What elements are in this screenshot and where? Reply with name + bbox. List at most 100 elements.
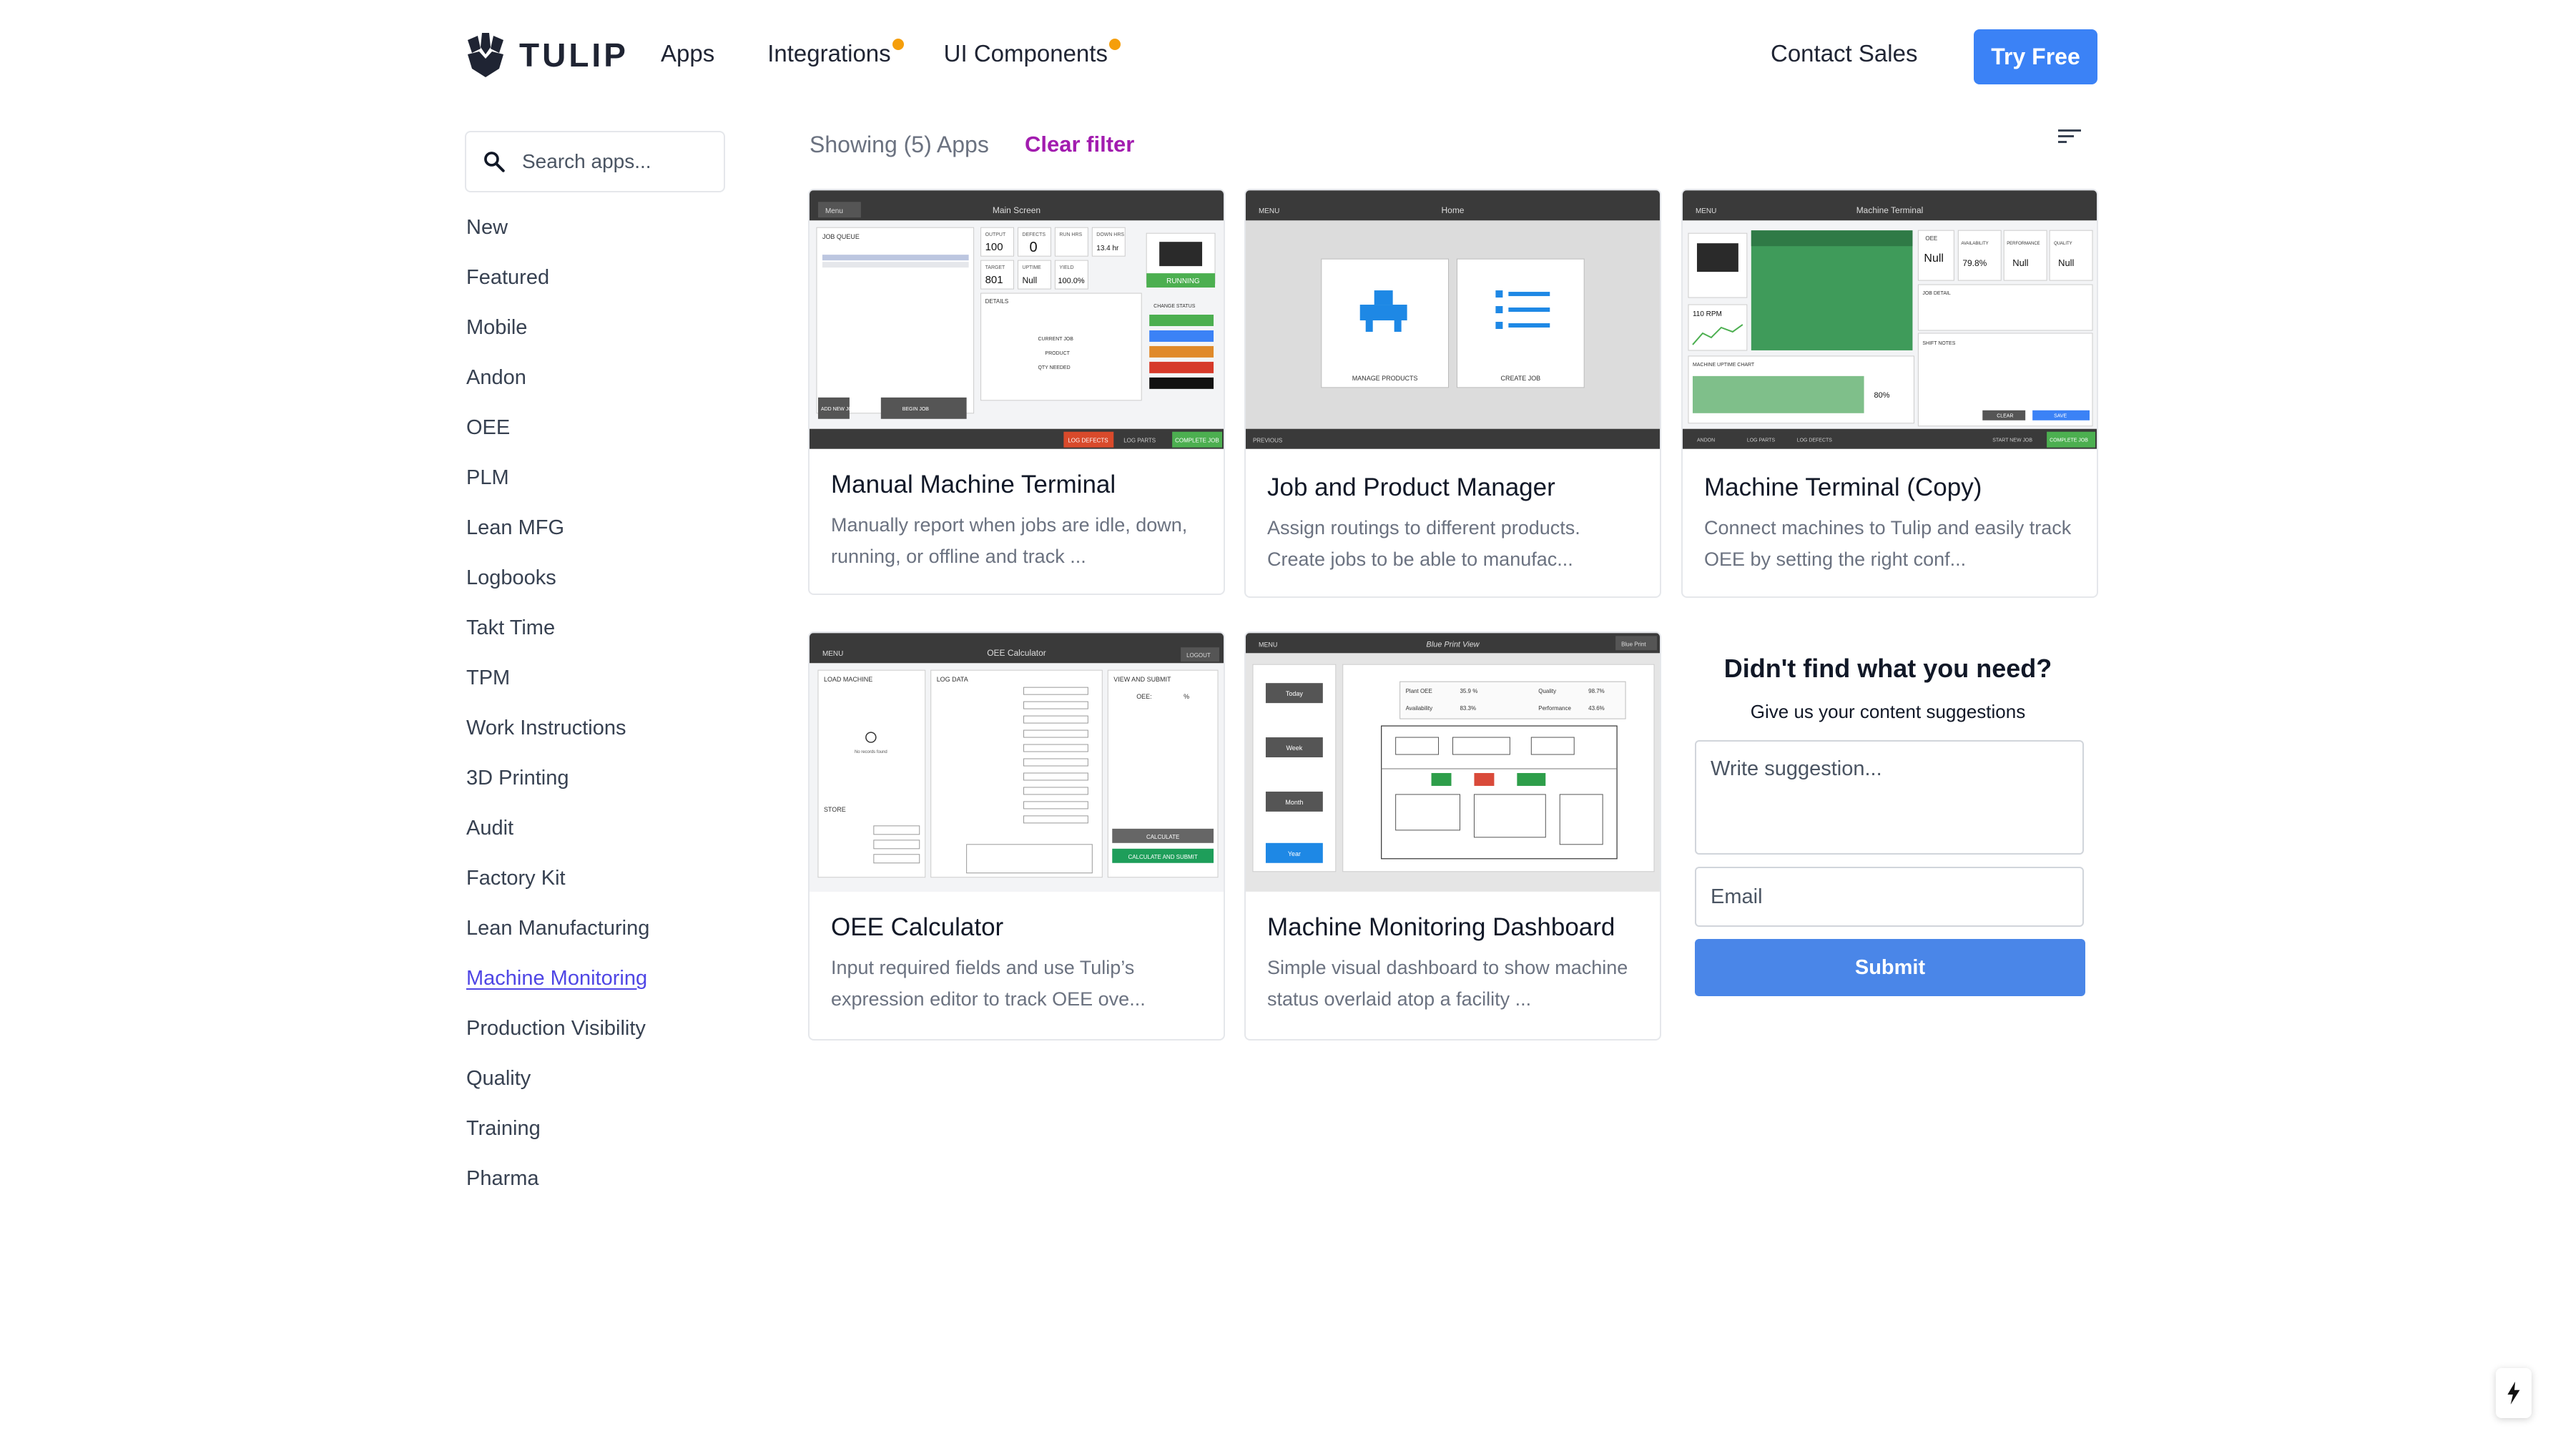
tulip-logo[interactable]: TULIP <box>465 33 629 77</box>
app-card-machine-terminal-copy[interactable]: MENU Machine Terminal 110 RPM OEE Null A… <box>1681 189 2098 598</box>
sidebar-item-factory-kit[interactable]: Factory Kit <box>466 864 649 914</box>
svg-text:DETAILS: DETAILS <box>985 298 1009 305</box>
contact-sales-link[interactable]: Contact Sales <box>1771 40 1917 67</box>
new-indicator-dot <box>1108 39 1121 50</box>
bolt-icon <box>2507 1382 2520 1405</box>
email-field[interactable] <box>1695 867 2084 927</box>
sidebar-item-logbooks[interactable]: Logbooks <box>466 564 649 614</box>
svg-text:BEGIN JOB: BEGIN JOB <box>902 407 930 412</box>
sidebar-item-lean-manufacturing[interactable]: Lean Manufacturing <box>466 914 649 964</box>
card-title: Manual Machine Terminal <box>831 471 1116 498</box>
svg-text:0: 0 <box>1029 240 1037 255</box>
svg-text:Performance: Performance <box>1538 705 1571 712</box>
svg-text:ANDON: ANDON <box>1697 438 1715 443</box>
svg-text:Null: Null <box>2012 257 2028 268</box>
submit-button[interactable]: Submit <box>1695 939 2085 996</box>
card-description: Simple visual dashboard to show machine … <box>1267 957 1628 1010</box>
sidebar-item-featured[interactable]: Featured <box>466 263 649 313</box>
sidebar-item-audit[interactable]: Audit <box>466 814 649 864</box>
clear-filter-link[interactable]: Clear filter <box>1025 132 1134 157</box>
svg-text:43.6%: 43.6% <box>1588 705 1605 712</box>
svg-text:No records found: No records found <box>855 750 887 754</box>
try-free-button[interactable]: Try Free <box>1974 29 2097 84</box>
svg-text:Machine Terminal: Machine Terminal <box>1856 205 1924 215</box>
svg-text:LOG DEFECTS: LOG DEFECTS <box>1068 438 1108 444</box>
app-thumbnail: Menu Main Screen JOB QUEUE ADD NEW JOB B… <box>810 190 1224 449</box>
svg-text:DOWN HRS: DOWN HRS <box>1096 232 1124 237</box>
svg-text:MENU: MENU <box>1259 641 1277 648</box>
sidebar-item-mobile[interactable]: Mobile <box>466 313 649 363</box>
sidebar-item-lean-mfg[interactable]: Lean MFG <box>466 513 649 564</box>
svg-text:ADD NEW JOB: ADD NEW JOB <box>821 407 856 412</box>
nav-ui-components-label: UI Components <box>943 40 1108 67</box>
sidebar-item-machine-monitoring[interactable]: Machine Monitoring <box>466 964 649 1014</box>
app-card-oee-calculator[interactable]: MENU OEE Calculator LOGOUT LOAD MACHINE … <box>808 631 1225 1041</box>
svg-text:OEE Calculator: OEE Calculator <box>987 648 1046 658</box>
svg-text:801: 801 <box>985 274 1003 286</box>
card-description: Manually report when jobs are idle, down… <box>831 514 1188 567</box>
sidebar-item-quality[interactable]: Quality <box>466 1064 649 1114</box>
card-title: Job and Product Manager <box>1267 473 1555 501</box>
svg-text:STORE: STORE <box>824 806 846 813</box>
sidebar-item-new[interactable]: New <box>466 213 649 263</box>
svg-text:Week: Week <box>1287 744 1303 752</box>
nav-integrations[interactable]: Integrations <box>767 39 904 67</box>
nav-ui-components[interactable]: UI Components <box>943 39 1121 67</box>
card-body: Machine Terminal (Copy) Connect machines… <box>1704 473 2075 575</box>
svg-text:RUNNING: RUNNING <box>1166 277 1200 285</box>
card-title: Machine Monitoring Dashboard <box>1267 913 1615 941</box>
sidebar-item-work-instructions[interactable]: Work Instructions <box>466 714 649 764</box>
svg-text:LOGOUT: LOGOUT <box>1186 652 1211 659</box>
svg-text:UPTIME: UPTIME <box>1022 265 1041 270</box>
app-card-job-and-product-manager[interactable]: MENU Home MANAGE PRODUCTS CREATE JOB PRE… <box>1244 189 1661 598</box>
svg-text:COMPLETE JOB: COMPLETE JOB <box>1175 438 1219 444</box>
svg-text:CREATE JOB: CREATE JOB <box>1501 375 1541 382</box>
svg-text:RUN HRS: RUN HRS <box>1059 232 1082 237</box>
sidebar-item-takt-time[interactable]: Takt Time <box>466 614 649 664</box>
svg-text:SAVE: SAVE <box>2054 414 2067 419</box>
site-header: TULIP Apps Integrations UI Components Co… <box>0 0 2563 114</box>
card-body: Job and Product Manager Assign routings … <box>1267 473 1638 575</box>
nav-integrations-label: Integrations <box>767 40 891 67</box>
card-description: Assign routings to different products. C… <box>1267 517 1580 570</box>
svg-text:SHIFT NOTES: SHIFT NOTES <box>1922 341 1955 346</box>
sidebar-item-3d-printing[interactable]: 3D Printing <box>466 764 649 814</box>
card-title: Machine Terminal (Copy) <box>1704 473 1982 501</box>
sidebar-item-tpm[interactable]: TPM <box>466 664 649 714</box>
sidebar-item-andon[interactable]: Andon <box>466 363 649 413</box>
svg-text:OEE: OEE <box>1925 235 1937 242</box>
app-thumbnail: MENU Machine Terminal 110 RPM OEE Null A… <box>1683 190 2097 449</box>
svg-text:MENU: MENU <box>822 650 843 658</box>
sidebar-item-training[interactable]: Training <box>466 1114 649 1164</box>
sort-icon[interactable] <box>2057 126 2082 147</box>
card-body: Machine Monitoring Dashboard Simple visu… <box>1267 913 1638 1015</box>
svg-text:Blue Print: Blue Print <box>1621 641 1646 647</box>
svg-text:Quality: Quality <box>1538 688 1556 694</box>
app-card-machine-monitoring-dashboard[interactable]: MENU Blue Print View Blue Print Today We… <box>1244 631 1661 1041</box>
svg-text:LOG PARTS: LOG PARTS <box>1123 438 1156 444</box>
suggestion-textarea[interactable] <box>1695 740 2084 855</box>
app-card-manual-machine-terminal[interactable]: Menu Main Screen JOB QUEUE ADD NEW JOB B… <box>808 189 1225 595</box>
sidebar-item-oee[interactable]: OEE <box>466 413 649 463</box>
svg-text:Year: Year <box>1288 850 1301 857</box>
svg-text:QTY NEEDED: QTY NEEDED <box>1038 365 1070 370</box>
tulip-logo-icon <box>468 33 503 77</box>
bolt-widget-button[interactable] <box>2496 1368 2532 1418</box>
sidebar-item-plm[interactable]: PLM <box>466 463 649 513</box>
svg-text:Month: Month <box>1285 799 1303 806</box>
svg-text:PREVIOUS: PREVIOUS <box>1253 438 1282 444</box>
app-thumbnail: MENU Home MANAGE PRODUCTS CREATE JOB PRE… <box>1246 190 1660 449</box>
svg-text:OEE:: OEE: <box>1136 693 1151 700</box>
svg-text:98.7%: 98.7% <box>1588 688 1605 694</box>
search-box[interactable] <box>465 131 725 192</box>
sidebar-item-pharma[interactable]: Pharma <box>466 1164 649 1214</box>
sidebar-item-production-visibility[interactable]: Production Visibility <box>466 1014 649 1064</box>
svg-text:Plant OEE: Plant OEE <box>1406 688 1432 694</box>
svg-text:PRODUCT: PRODUCT <box>1045 351 1070 356</box>
nav-apps[interactable]: Apps <box>661 40 714 67</box>
search-input[interactable] <box>522 150 722 173</box>
svg-text:DEFECTS: DEFECTS <box>1022 232 1046 237</box>
card-description: Connect machines to Tulip and easily tra… <box>1704 517 2072 570</box>
svg-text:Blue Print View: Blue Print View <box>1426 640 1480 649</box>
svg-text:AVAILABILITY: AVAILABILITY <box>1961 242 1988 246</box>
